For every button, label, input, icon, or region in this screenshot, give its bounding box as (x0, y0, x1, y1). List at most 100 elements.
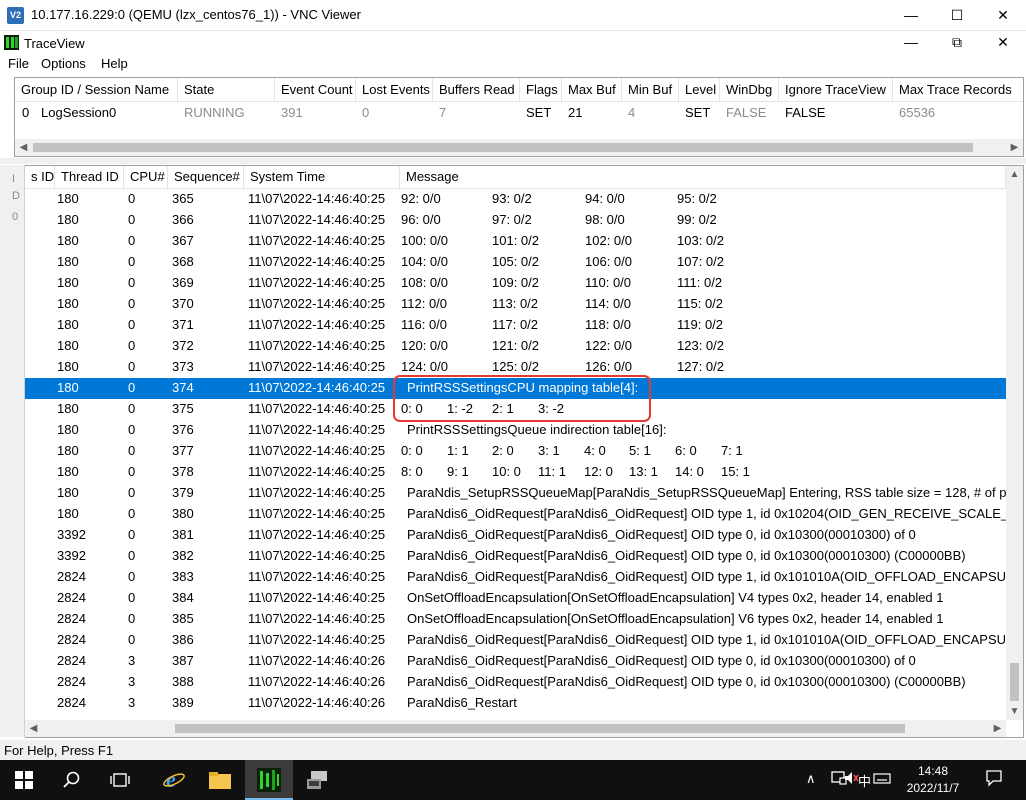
message-text: PrintRSSSettingsQueue indirection table[… (407, 422, 667, 437)
window-maximize-button[interactable]: ☐ (934, 2, 980, 28)
table-row[interactable]: 180 0 373 11\07\2022-14:46:40:25 124: 0/0 125… (25, 357, 1006, 378)
table-row[interactable]: 2824 3 388 11\07\2022-14:46:40:26 ParaNdis6_… (25, 672, 1006, 693)
table-row[interactable]: 180 0 379 11\07\2022-14:46:40:25 ParaNdis_Se… (25, 483, 1023, 504)
thread-id: 180 (57, 212, 79, 227)
traceview-taskbar-icon[interactable] (245, 760, 293, 800)
session-scroll-thumb[interactable] (33, 143, 973, 152)
col-header-cpu[interactable]: CPU# (124, 166, 168, 189)
table-row[interactable]: 180 0 369 11\07\2022-14:46:40:25 108: 0/0 109… (25, 273, 1006, 294)
col-header-max-trace-records[interactable]: Max Trace Records (893, 78, 1023, 102)
table-row[interactable]: 180 0 367 11\07\2022-14:46:40:25 100: 0/0 101… (25, 231, 1006, 252)
sequence-number: 384 (172, 590, 194, 605)
speaker-icon[interactable] (843, 770, 859, 789)
tray-chevron-icon[interactable]: ∧ (806, 771, 816, 787)
clock-date[interactable]: 2022/11/7 (893, 780, 973, 797)
app-restore-button[interactable]: ⧉ (934, 29, 980, 55)
menu-options[interactable]: Options (41, 56, 86, 71)
table-row[interactable]: 2824 0 385 11\07\2022-14:46:40:25 OnSetOfflo… (25, 609, 1006, 630)
col-header-process-id[interactable]: s ID (25, 166, 55, 189)
col-header-thread-id[interactable]: Thread ID (55, 166, 124, 189)
col-header-event-count[interactable]: Event Count (275, 78, 356, 102)
system-time: 11\07\2022-14:46:40:25 (248, 569, 386, 584)
scroll-left-arrow-icon[interactable]: ◀ (25, 720, 42, 737)
sequence-number: 389 (172, 695, 194, 710)
col-header-sequence[interactable]: Sequence# (168, 166, 244, 189)
window-minimize-button[interactable]: — (888, 2, 934, 28)
window-close-button[interactable]: ✕ (980, 2, 1026, 28)
cpu-number: 0 (128, 632, 136, 647)
system-time: 11\07\2022-14:46:40:25 (248, 233, 386, 248)
message-part: 119: 0/2 (677, 317, 724, 332)
app-title-bar[interactable] (0, 31, 1026, 53)
status-bar (0, 740, 1026, 760)
trace-hscroll-thumb[interactable] (175, 724, 905, 733)
scroll-right-arrow-icon[interactable]: ▶ (1006, 139, 1023, 156)
scroll-down-arrow-icon[interactable]: ▼ (1006, 703, 1023, 720)
table-row[interactable]: 2824 0 386 11\07\2022-14:46:40:25 ParaNdis6_… (25, 630, 1023, 651)
ime-indicator[interactable]: 中 (858, 771, 871, 790)
trace-horizontal-scrollbar[interactable]: ◀ ▶ (25, 720, 1006, 737)
col-header-lost-events[interactable]: Lost Events (356, 78, 433, 102)
col-header-system-time[interactable]: System Time (244, 166, 400, 189)
table-row[interactable]: 180 0 377 11\07\2022-14:46:40:25 0: 0 1: 1 2: … (25, 441, 1006, 462)
table-row[interactable]: 2824 3 389 11\07\2022-14:46:40:26 ParaNdis6_… (25, 693, 1006, 714)
table-row[interactable]: 3392 0 382 11\07\2022-14:46:40:25 ParaNdis6_… (25, 546, 1006, 567)
col-header-message[interactable]: Message (400, 166, 1006, 189)
col-header-min-buf[interactable]: Min Buf (622, 78, 679, 102)
table-row[interactable]: 180 0 380 11\07\2022-14:46:40:25 ParaNdis6_O… (25, 504, 1023, 525)
session-list[interactable]: Group ID / Session Name State Event Coun… (14, 77, 1024, 157)
scroll-up-arrow-icon[interactable]: ▲ (1006, 166, 1023, 183)
col-header-flags[interactable]: Flags (520, 78, 562, 102)
cpu-number: 0 (128, 611, 136, 626)
scroll-right-arrow-icon[interactable]: ▶ (989, 720, 1006, 737)
col-header-ignore-traceview[interactable]: Ignore TraceView (779, 78, 893, 102)
table-row[interactable]: 180 0 368 11\07\2022-14:46:40:25 104: 0/0 105… (25, 252, 1006, 273)
table-row[interactable]: 2824 0 383 11\07\2022-14:46:40:25 ParaNdis6_… (25, 567, 1023, 588)
table-row[interactable]: 180 0 365 11\07\2022-14:46:40:25 92: 0/0 93: … (25, 189, 1006, 210)
app-close-button[interactable]: ✕ (980, 29, 1026, 55)
file-explorer-icon[interactable] (196, 760, 244, 800)
action-center-icon[interactable] (985, 769, 1003, 790)
table-row[interactable]: 180 0 366 11\07\2022-14:46:40:25 96: 0/0 97: … (25, 210, 1006, 231)
col-header-state[interactable]: State (178, 78, 275, 102)
clock-time[interactable]: 14:48 (893, 763, 973, 780)
table-row-selected[interactable]: 180 0 374 11\07\2022-14:46:40:25 PrintRSSSet… (25, 378, 1006, 399)
trace-list[interactable]: s ID Thread ID CPU# Sequence# System Tim… (25, 165, 1024, 738)
session-horizontal-scrollbar[interactable]: ◀ ▶ (15, 139, 1023, 156)
table-row[interactable]: 3392 0 381 11\07\2022-14:46:40:25 ParaNdis6_… (25, 525, 1006, 546)
cpu-number: 3 (128, 653, 136, 668)
trace-scroll-thumb[interactable] (1010, 663, 1019, 701)
sequence-number: 387 (172, 653, 194, 668)
col-header-buffers-read[interactable]: Buffers Read (433, 78, 520, 102)
task-view-icon[interactable] (96, 760, 144, 800)
cpu-number: 0 (128, 548, 136, 563)
trace-vertical-scrollbar[interactable]: ▲ ▼ (1006, 166, 1023, 720)
col-header-level[interactable]: Level (679, 78, 720, 102)
table-row[interactable]: 180 0 371 11\07\2022-14:46:40:25 116: 0/0 117… (25, 315, 1006, 336)
table-row[interactable]: 180 0 370 11\07\2022-14:46:40:25 112: 0/0 113… (25, 294, 1006, 315)
search-icon[interactable] (48, 760, 96, 800)
pane-splitter[interactable] (0, 158, 1026, 164)
col-header-group-session[interactable]: Group ID / Session Name (15, 78, 178, 102)
vnc-title-bar[interactable]: V2 10.177.16.229:0 (QEMU (lzx_centos76_1… (0, 0, 1026, 31)
keyboard-icon[interactable] (873, 770, 891, 789)
table-row[interactable]: 2824 0 384 11\07\2022-14:46:40:25 OnSetOfflo… (25, 588, 1006, 609)
start-windows-icon[interactable] (0, 760, 48, 800)
scroll-left-arrow-icon[interactable]: ◀ (15, 139, 32, 156)
network-app-icon[interactable] (294, 760, 342, 800)
cpu-number: 0 (128, 317, 136, 332)
menu-file[interactable]: File (8, 56, 29, 71)
col-header-windbg[interactable]: WinDbg (720, 78, 779, 102)
cpu-number: 0 (128, 443, 136, 458)
menu-help[interactable]: Help (101, 56, 128, 71)
app-minimize-button[interactable]: — (888, 29, 934, 55)
cpu-number: 0 (128, 275, 136, 290)
col-header-max-buf[interactable]: Max Buf (562, 78, 622, 102)
message-part: 8: 0 (401, 464, 423, 479)
table-row[interactable]: 180 0 372 11\07\2022-14:46:40:25 120: 0/0 121… (25, 336, 1006, 357)
table-row[interactable]: 180 0 378 11\07\2022-14:46:40:25 8: 0 9: 1 10:… (25, 462, 1006, 483)
internet-explorer-icon[interactable]: e (150, 760, 198, 800)
table-row[interactable]: 180 0 376 11\07\2022-14:46:40:25 PrintRSSSet… (25, 420, 1006, 441)
table-row[interactable]: 180 0 375 11\07\2022-14:46:40:25 0: 0 1: -2 2:… (25, 399, 1006, 420)
table-row[interactable]: 2824 3 387 11\07\2022-14:46:40:26 ParaNdis6_… (25, 651, 1006, 672)
